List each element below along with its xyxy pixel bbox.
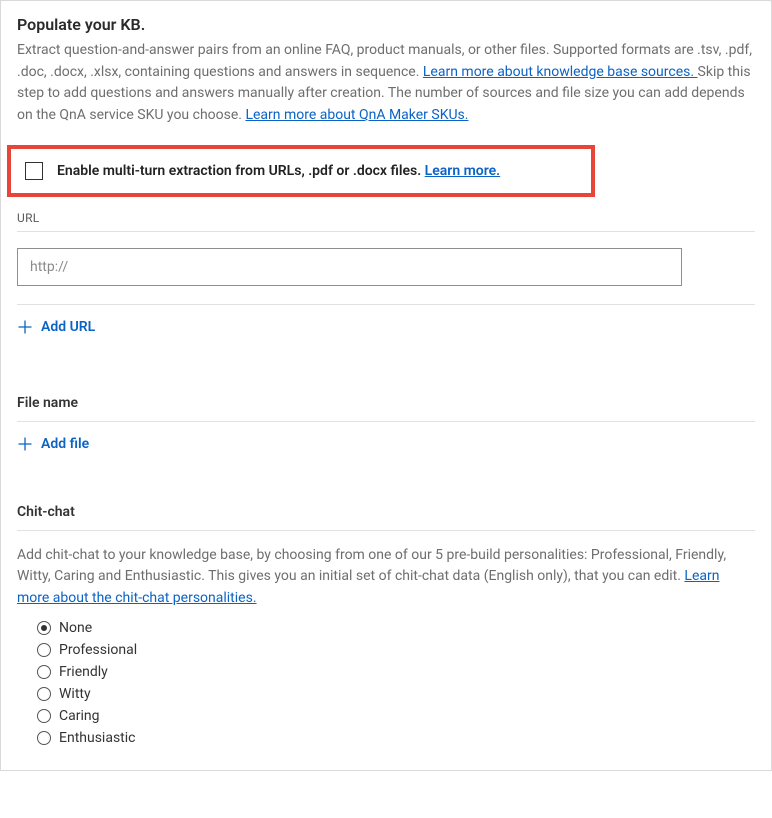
chitchat-divider (17, 530, 755, 531)
url-divider (17, 231, 755, 232)
multiturn-learn-more-link[interactable]: Learn more. (425, 163, 500, 179)
radio-icon (37, 665, 51, 679)
add-file-button[interactable]: Add file (17, 436, 89, 452)
radio-label: Friendly (59, 664, 108, 680)
add-url-button[interactable]: Add URL (17, 319, 95, 335)
url-divider-2 (17, 304, 755, 305)
chitchat-description: Add chit-chat to your knowledge base, by… (17, 545, 755, 610)
populate-kb-panel: Populate your KB. Extract question-and-a… (0, 0, 772, 771)
panel-title: Populate your KB. (17, 15, 755, 34)
radio-label: None (59, 620, 92, 636)
radio-label: Professional (59, 642, 137, 658)
radio-icon (37, 621, 51, 635)
qna-sku-link[interactable]: Learn more about QnA Maker SKUs. (245, 107, 468, 123)
chitchat-option-professional[interactable]: Professional (37, 642, 755, 658)
chitchat-option-witty[interactable]: Witty (37, 686, 755, 702)
plus-icon (17, 319, 33, 335)
panel-intro: Extract question-and-answer pairs from a… (17, 40, 755, 127)
multiturn-label-text: Enable multi-turn extraction from URLs, … (57, 163, 425, 179)
chitchat-radio-group: None Professional Friendly Witty Caring … (37, 620, 755, 746)
chitchat-desc-text: Add chit-chat to your knowledge base, by… (17, 547, 726, 585)
chitchat-section-label: Chit-chat (17, 504, 755, 520)
multiturn-checkbox[interactable] (25, 162, 43, 180)
radio-label: Enthusiastic (59, 730, 135, 746)
chitchat-option-friendly[interactable]: Friendly (37, 664, 755, 680)
multiturn-highlight: Enable multi-turn extraction from URLs, … (7, 145, 595, 197)
chitchat-option-none[interactable]: None (37, 620, 755, 636)
radio-icon (37, 709, 51, 723)
add-file-label: Add file (41, 436, 89, 452)
url-field-label: URL (17, 211, 755, 225)
plus-icon (17, 436, 33, 452)
radio-label: Caring (59, 708, 99, 724)
chitchat-option-caring[interactable]: Caring (37, 708, 755, 724)
kb-sources-link[interactable]: Learn more about knowledge base sources. (423, 64, 698, 80)
url-input[interactable] (17, 248, 682, 286)
radio-icon (37, 687, 51, 701)
file-section-label: File name (17, 395, 755, 411)
chitchat-option-enthusiastic[interactable]: Enthusiastic (37, 730, 755, 746)
radio-icon (37, 731, 51, 745)
add-url-label: Add URL (41, 319, 95, 335)
radio-icon (37, 643, 51, 657)
file-divider (17, 421, 755, 422)
multiturn-label: Enable multi-turn extraction from URLs, … (57, 163, 500, 179)
radio-label: Witty (59, 686, 91, 702)
